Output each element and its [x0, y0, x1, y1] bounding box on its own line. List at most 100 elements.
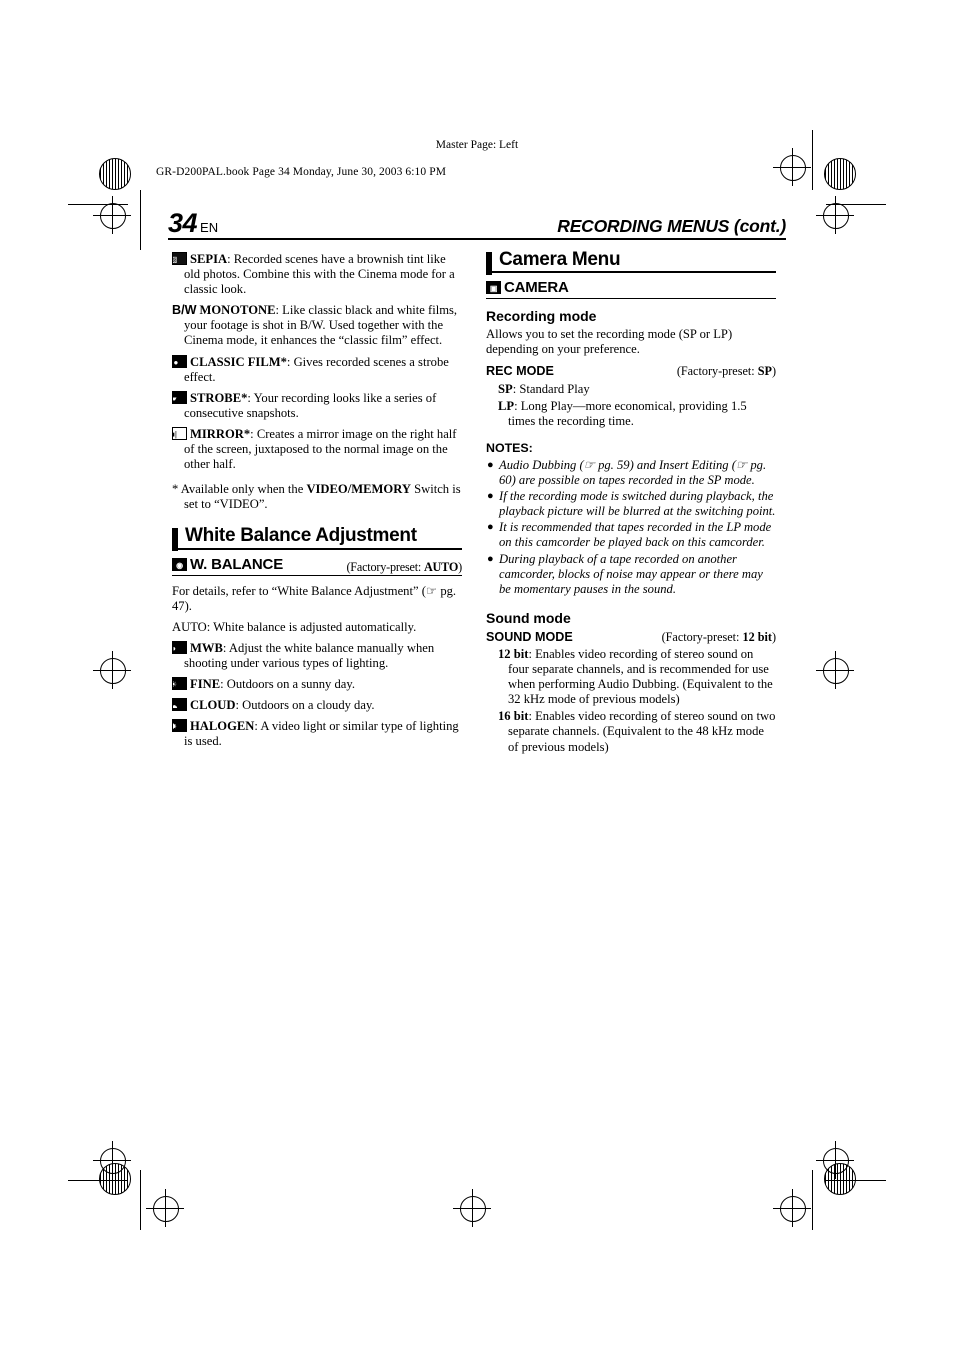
wb-option-name-mwb: MWB — [190, 640, 223, 655]
menu-rule-white-balance — [172, 574, 462, 576]
wb-option-name-cloud: CLOUD — [190, 698, 236, 713]
registration-target-left-upper — [93, 196, 131, 234]
footnote-marker: * — [172, 482, 179, 497]
bw-icon: B/W — [172, 303, 197, 318]
note-bullet: ● — [487, 490, 494, 503]
registration-target-right-lower — [816, 1141, 854, 1179]
factory-preset-white-balance: (Factory-preset: AUTO) — [346, 560, 462, 575]
factory-preset-rec-mode: (Factory-preset: SP) — [677, 364, 776, 379]
subheading-sound-mode: Sound mode — [486, 609, 571, 626]
factory-prefix-wb: (Factory-preset: — [346, 559, 424, 574]
wb-option-fine: ☀FINE: Outdoors on a sunny day. — [172, 677, 462, 692]
crop-line-top-edge-left — [68, 204, 128, 205]
note-text-4: During playback of a tape recorded on an… — [499, 551, 763, 596]
left-column: ▨SEPIA: Recorded scenes have a brownish … — [172, 252, 462, 755]
wb-option-text-cloud: : Outdoors on a cloudy day. — [235, 698, 375, 713]
rec-mode-option-name-lp: LP — [498, 398, 515, 413]
note-item-2: ● If the recording mode is switched durin… — [486, 489, 776, 519]
registration-target-right-mid — [816, 651, 854, 689]
param-rec-mode: REC MODE (Factory-preset: SP) — [486, 364, 776, 379]
param-label-rec-mode: REC MODE — [486, 364, 554, 379]
page-unit: EN — [200, 220, 219, 235]
rec-mode-option-text-lp: : Long Play—more economical, providing 1… — [508, 398, 747, 428]
registration-target-top-right — [773, 148, 811, 186]
factory-suffix-wb: ) — [458, 559, 462, 574]
menu-label-white-balance: W. BALANCE — [190, 555, 283, 573]
menu-label-camera: CAMERA — [504, 279, 569, 297]
camera-menu-icon: ▣ — [486, 281, 501, 295]
menu-line-white-balance: ◉ W. BALANCE (Factory-preset: AUTO) — [172, 555, 462, 575]
file-info-bar: GR-D200PAL.book Page 34 Monday, June 30,… — [156, 166, 447, 178]
effect-item-monotone: B/W MONOTONE: Like classic black and whit… — [172, 303, 462, 348]
white-balance-icon: ◉ — [172, 557, 187, 571]
sound-mode-option-text-12bit: : Enables video recording of stereo soun… — [508, 646, 773, 707]
subheading-recording-mode: Recording mode — [486, 308, 597, 325]
registration-target-bottom-left — [146, 1189, 184, 1227]
footnote-text-before: Available only when the — [180, 482, 307, 497]
sepia-icon: ▨ — [172, 252, 187, 265]
wb-option-name-halogen: HALOGEN — [190, 719, 255, 734]
chapter-title: RECORDING MENUS (cont.) — [557, 216, 786, 236]
note-text-1: Audio Dubbing (☞ pg. 59) and Insert Edit… — [499, 457, 767, 488]
sound-mode-option-12bit: 12 bit: Enables video recording of stere… — [486, 647, 776, 707]
crop-line-top-edge-right — [826, 204, 886, 205]
effect-name-mirror: MIRROR — [190, 426, 244, 441]
cloud-icon: ☁ — [172, 698, 187, 712]
halogen-icon: ✸ — [172, 719, 187, 733]
note-text-2: If the recording mode is switched during… — [499, 489, 776, 519]
sound-mode-option-text-16bit: : Enables video recording of stereo soun… — [508, 709, 776, 754]
page-number: 34 — [168, 208, 198, 238]
factory-prefix-rec: (Factory-preset: — [676, 364, 758, 379]
rec-mode-option-lp: LP: Long Play—more economical, providing… — [486, 399, 776, 429]
factory-value-sound: 12 bit — [742, 629, 772, 644]
running-head: 34 EN RECORDING MENUS (cont.) — [168, 208, 786, 239]
recording-mode-intro: Allows you to set the recording mode (SP… — [486, 327, 733, 357]
section-heading-text: White Balance Adjustment — [185, 525, 417, 547]
factory-value-wb: AUTO — [423, 559, 459, 574]
movie-camera-icon: ●● — [172, 354, 187, 368]
white-balance-intro: For details, refer to “White Balance Adj… — [172, 583, 457, 613]
factory-preset-sound-mode: (Factory-preset: 12 bit) — [662, 630, 776, 645]
menu-rule-camera — [486, 298, 776, 300]
mirror-icon: ■| — [172, 426, 187, 440]
effect-name-sepia: SEPIA — [190, 252, 228, 266]
rec-mode-option-sp: SP: Standard Play — [486, 382, 776, 397]
header-rule — [168, 238, 786, 240]
effect-item-sepia: ▨SEPIA: Recorded scenes have a brownish … — [172, 252, 462, 297]
effect-item-mirror: ■|MIRROR*: Creates a mirror image on the… — [172, 426, 462, 472]
white-balance-auto-line: AUTO: White balance is adjusted automati… — [172, 619, 417, 634]
footnote-bold: VIDEO/MEMORY — [306, 482, 411, 497]
param-label-sound-mode: SOUND MODE — [486, 629, 573, 644]
factory-value-rec: SP — [757, 364, 772, 379]
section-bar — [172, 528, 178, 552]
factory-prefix-sound: (Factory-preset: — [661, 629, 743, 644]
section-heading-camera-menu: Camera Menu — [486, 249, 776, 275]
footnote-video-memory: * Available only when the VIDEO/MEMORY S… — [172, 482, 462, 512]
note-text-3: It is recommended that tapes recorded in… — [499, 520, 772, 550]
sound-mode-option-16bit: 16 bit: Enables video recording of stere… — [486, 709, 776, 754]
wb-option-text-fine: : Outdoors on a sunny day. — [220, 677, 355, 692]
crop-line-left-upper — [140, 190, 141, 250]
wb-option-halogen: ✸HALOGEN: A video light or similar type … — [172, 719, 462, 749]
registration-target-right-upper — [816, 196, 854, 234]
sound-mode-option-name-16bit: 16 bit — [498, 709, 529, 724]
section-rule-camera-menu — [486, 271, 776, 274]
registration-hatch-top-right — [824, 158, 856, 190]
rec-mode-option-name-sp: SP — [498, 381, 513, 396]
crop-line-right-bottom — [812, 1170, 813, 1230]
wb-option-name-fine: FINE — [190, 677, 221, 692]
registration-target-bottom-right — [773, 1189, 811, 1227]
registration-target-bottom-center — [453, 1189, 491, 1227]
factory-suffix-rec: ) — [771, 364, 776, 379]
sound-mode-option-name-12bit: 12 bit — [498, 646, 529, 661]
strobe-icon: ▰ — [172, 390, 187, 404]
note-bullet: ● — [487, 458, 494, 471]
master-page-label: Master Page: Left — [435, 139, 519, 151]
crop-line-left-bottom — [140, 1170, 141, 1230]
registration-target-left-lower — [93, 1141, 131, 1179]
effect-name-strobe: STROBE — [190, 390, 242, 405]
registration-hatch-top-left — [99, 158, 131, 190]
factory-suffix-sound: ) — [771, 629, 776, 644]
section-heading-text-camera: Camera Menu — [499, 249, 621, 270]
registration-target-left-mid — [93, 651, 131, 689]
